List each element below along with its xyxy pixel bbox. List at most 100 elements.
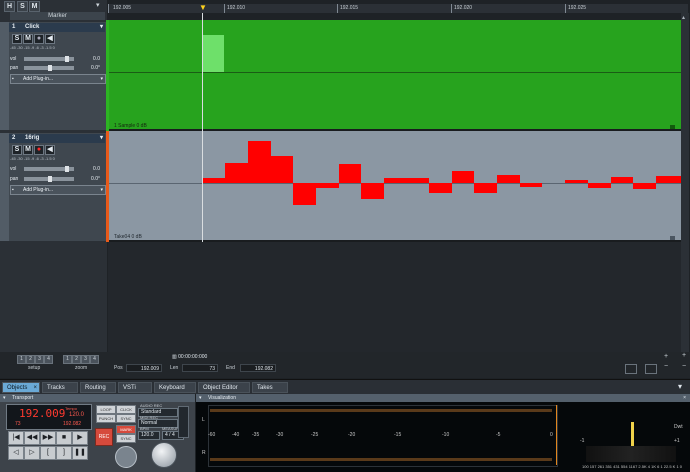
record-button[interactable]: REC [95,428,113,446]
zoom-fit-icon[interactable] [625,364,637,374]
zoom-in-vertical-icon[interactable]: + [682,352,686,359]
arrange-bottom-bar: 1 2 3 4 setup 1 2 3 4 zoom ▥ 00:00:00:00… [0,352,690,378]
track-1-pan-handle[interactable] [48,65,52,71]
track-1-lane[interactable]: 1 Sample 0 dB [108,20,681,131]
tab-tracks[interactable]: Tracks [42,382,78,393]
marker-prev-icon[interactable]: ◁ [8,446,24,460]
track-1-menu-icon[interactable]: ▾ [100,23,103,32]
loop-left-icon[interactable]: [ [40,446,56,460]
zoom-button-2[interactable]: 2 [72,355,81,364]
punch-button[interactable]: PUNCH [96,414,116,423]
collapse-icon[interactable]: ▾ [199,394,202,402]
mute-all-button[interactable]: M [29,1,40,12]
len-field[interactable]: 73 [182,364,218,372]
tab-keyboard[interactable]: Keyboard [154,382,196,393]
more-tabs-icon[interactable]: ▾ [678,382,682,391]
track-2-volume-row[interactable]: vol 0.0 [10,166,104,173]
track-1-add-plugin-label: Add Plug-in... [23,76,54,82]
track-1-volume-row[interactable]: vol 0.0 [10,56,104,63]
audio-waveform-segment [452,171,474,183]
position-display[interactable]: 192.009 [19,407,65,420]
transport-scroll[interactable] [178,406,189,438]
scroll-up-icon[interactable]: ▴ [682,15,688,21]
track-2-pan-row[interactable]: pan 0.0° [10,176,104,183]
audio-waveform-segment [588,183,611,188]
tab-vsti[interactable]: VSTi [118,382,152,393]
vertical-scrollbar[interactable]: ▴ [681,13,689,353]
track-1-solo-button[interactable]: S [12,34,22,44]
setup-button-1[interactable]: 1 [17,355,26,364]
loop-button[interactable]: LOOP [96,405,116,414]
sync-button[interactable]: SYNC [116,414,136,423]
track-2-pan-handle[interactable] [48,176,52,182]
audio-waveform-segment [407,178,429,183]
mark-button[interactable]: MARK [116,425,136,434]
meter-scale-label: -20 [348,432,356,438]
track-2-add-plugin-button[interactable]: ▪ Add Plug-in... ▾ [10,185,106,195]
zoom-all-icon[interactable] [645,364,657,374]
shuttle-knob-icon[interactable] [151,442,177,468]
playhead-marker-icon[interactable]: ▼ [199,4,207,12]
go-to-start-icon[interactable]: |◀ [8,431,24,445]
click-button[interactable]: CLICK [116,405,136,414]
zoom-button-3[interactable]: 3 [81,355,90,364]
close-icon[interactable]: × [33,383,37,394]
pause-icon[interactable]: ❚❚ [72,446,88,460]
loop-right-icon[interactable]: ] [56,446,72,460]
forward-icon[interactable]: ▶▶ [40,431,56,445]
zoom-in-horizontal-icon[interactable]: + [664,353,668,360]
track-1-pan-row[interactable]: pan 0.0° [10,65,104,72]
track-2-solo-button[interactable]: S [12,145,22,155]
pos-field[interactable]: 192.009 [126,364,162,372]
rewind-icon[interactable]: ◀◀ [24,431,40,445]
tab-objects[interactable]: Objects × [2,382,40,393]
track-2-title[interactable]: 2 16rig ▾ [9,134,105,143]
stop-icon[interactable]: ■ [56,431,72,445]
end-field[interactable]: 192.082 [240,364,276,372]
track-2-menu-icon[interactable]: ▾ [100,134,103,143]
track-1-mute-button[interactable]: M [23,34,33,44]
tab-routing[interactable]: Routing [80,382,116,393]
play-icon[interactable]: ▶ [72,431,88,445]
track-1-volume-handle[interactable] [65,56,69,62]
h-button[interactable]: H [4,1,15,12]
sync-mode-button[interactable]: SYNC [116,434,136,443]
ruler-label: 192.005 [113,5,132,11]
tempo-lcd-label: Tempo [65,406,78,411]
setup-button-3[interactable]: 3 [35,355,44,364]
len-label: Len [170,365,179,371]
zoom-out-vertical-icon[interactable]: − [682,363,686,370]
track-2-volume-handle[interactable] [65,166,69,172]
track-1-add-plugin-button[interactable]: ▪ Add Plug-in... ▾ [10,74,106,84]
track-2-lane[interactable]: Take04 0 dB [108,131,681,242]
track-2-mute-button[interactable]: M [23,145,33,155]
track-1-monitor-icon[interactable]: ◀ [45,34,55,44]
click-sample-object[interactable] [203,35,224,72]
menu-arrow-icon[interactable]: ▾ [96,2,104,9]
solo-all-button[interactable]: S [17,1,28,12]
track-2-record-button[interactable]: ● [34,145,44,155]
close-icon[interactable]: × [683,394,686,402]
setup-button-2[interactable]: 2 [26,355,35,364]
collapse-icon[interactable]: ▾ [3,394,6,402]
tempo-lcd-value: 120.0 [69,412,85,418]
audio-waveform-segment [225,163,248,183]
right-channel-label: R [202,450,206,456]
marker-next-icon[interactable]: ▷ [24,446,40,460]
tab-object-editor[interactable]: Object Editor [198,382,250,393]
timeline-ruler[interactable]: 192.005 192.010 192.015 192.020 192.025 [108,4,688,13]
zoom-button-4[interactable]: 4 [90,355,99,364]
bpm-field[interactable]: 120.0 [138,431,160,440]
meter-scale-label: -35 [252,432,260,438]
jog-wheel-icon[interactable] [115,446,137,468]
empty-arrange-area[interactable] [108,242,681,352]
setup-button-4[interactable]: 4 [44,355,53,364]
plugin-icon: ▪ [12,187,14,193]
zoom-button-1[interactable]: 1 [63,355,72,364]
tab-takes[interactable]: Takes [252,382,288,393]
marker-track[interactable]: Marker [10,12,105,20]
track-1-title[interactable]: 1 Click ▾ [9,23,105,32]
track-2-monitor-icon[interactable]: ◀ [45,145,55,155]
track-1-record-button[interactable]: ● [34,34,44,44]
zoom-out-horizontal-icon[interactable]: − [664,363,668,370]
